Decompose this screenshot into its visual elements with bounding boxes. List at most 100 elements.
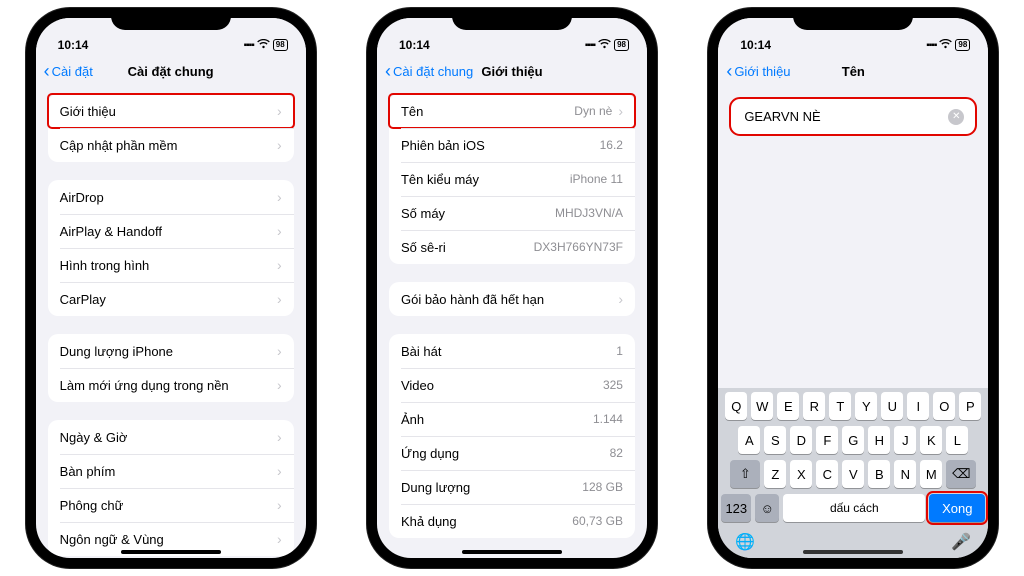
settings-row[interactable]: Khả dụng60,73 GB xyxy=(389,504,635,538)
settings-group: AirDrop›AirPlay & Handoff›Hình trong hìn… xyxy=(48,180,294,316)
content: ✕ xyxy=(718,88,988,388)
row-value: MHDJ3VN/A xyxy=(555,206,623,220)
chevron-right-icon: › xyxy=(277,497,282,513)
settings-row[interactable]: Dung lượng iPhone› xyxy=(48,334,294,368)
home-indicator[interactable] xyxy=(803,550,903,554)
row-label: AirDrop xyxy=(60,190,104,205)
keyboard: QWERTYUIOP ASDFGHJKL ⇧ZXCVBNM⌫ 123 ☺ dấu… xyxy=(718,388,988,558)
shift-key[interactable]: ⇧ xyxy=(730,460,760,488)
mic-icon[interactable]: 🎤 xyxy=(951,532,971,552)
key-s[interactable]: S xyxy=(764,426,786,454)
settings-row[interactable]: Phiên bản iOS16.2 xyxy=(389,128,635,162)
key-d[interactable]: D xyxy=(790,426,812,454)
settings-row[interactable]: TênDyn nè› xyxy=(389,94,635,128)
notch xyxy=(793,8,913,30)
nav-bar: ‹ Cài đặt Cài đặt chung xyxy=(36,54,306,88)
row-label: CarPlay xyxy=(60,292,106,307)
notch xyxy=(111,8,231,30)
settings-row[interactable]: Ảnh 1.144 xyxy=(389,402,635,436)
home-indicator[interactable] xyxy=(462,550,562,554)
settings-row[interactable]: Tên kiểu máyiPhone 11 xyxy=(389,162,635,196)
chevron-right-icon: › xyxy=(277,429,282,445)
settings-row[interactable]: Bàn phím › xyxy=(48,454,294,488)
back-button[interactable]: ‹ Giới thiệu xyxy=(726,62,790,80)
settings-row[interactable]: Làm mới ứng dụng trong nền› xyxy=(48,368,294,402)
row-value: 1.144 xyxy=(593,412,623,426)
key-p[interactable]: P xyxy=(959,392,981,420)
key-z[interactable]: Z xyxy=(764,460,786,488)
name-input-row[interactable]: ✕ xyxy=(730,98,976,135)
keyboard-toolbar: 🌐 🎤 xyxy=(721,528,985,552)
wifi-icon xyxy=(598,38,611,52)
row-label: Hình trong hình xyxy=(60,258,150,273)
key-o[interactable]: O xyxy=(933,392,955,420)
content: Giới thiệu›Cập nhật phần mềm›AirDrop›Air… xyxy=(36,88,306,558)
settings-row[interactable]: AirDrop› xyxy=(48,180,294,214)
settings-row[interactable]: Phông chữ› xyxy=(48,488,294,522)
key-q[interactable]: Q xyxy=(725,392,747,420)
home-indicator[interactable] xyxy=(121,550,221,554)
key-e[interactable]: E xyxy=(777,392,799,420)
key-m[interactable]: M xyxy=(920,460,942,488)
key-n[interactable]: N xyxy=(894,460,916,488)
globe-icon[interactable]: 🌐 xyxy=(735,532,755,552)
key-l[interactable]: L xyxy=(946,426,968,454)
row-label: Ứng dụng xyxy=(401,446,459,461)
key-k[interactable]: K xyxy=(920,426,942,454)
clear-icon[interactable]: ✕ xyxy=(948,109,964,125)
signal-icon: ▪▪▪▪ xyxy=(244,40,254,51)
settings-row[interactable]: Ứng dụng82 xyxy=(389,436,635,470)
key-c[interactable]: C xyxy=(816,460,838,488)
key-r[interactable]: R xyxy=(803,392,825,420)
key-f[interactable]: F xyxy=(816,426,838,454)
chevron-left-icon: ‹ xyxy=(726,62,732,80)
row-label: AirPlay & Handoff xyxy=(60,224,162,239)
row-label: Bàn phím xyxy=(60,464,116,479)
key-u[interactable]: U xyxy=(881,392,903,420)
key-a[interactable]: A xyxy=(738,426,760,454)
row-value: 325 xyxy=(603,378,623,392)
chevron-right-icon: › xyxy=(618,291,623,307)
settings-row[interactable]: Dung lượng128 GB xyxy=(389,470,635,504)
back-button[interactable]: ‹ Cài đặt chung xyxy=(385,62,473,80)
settings-row[interactable]: CarPlay› xyxy=(48,282,294,316)
key-b[interactable]: B xyxy=(868,460,890,488)
settings-row[interactable]: Giới thiệu› xyxy=(48,94,294,128)
key-j[interactable]: J xyxy=(894,426,916,454)
key-x[interactable]: X xyxy=(790,460,812,488)
key-y[interactable]: Y xyxy=(855,392,877,420)
settings-row[interactable]: Số sê-riDX3H766YN73F xyxy=(389,230,635,264)
settings-row[interactable]: Cập nhật phần mềm› xyxy=(48,128,294,162)
back-label: Cài đặt xyxy=(52,64,93,79)
wifi-icon xyxy=(939,38,952,52)
key-v[interactable]: V xyxy=(842,460,864,488)
key-g[interactable]: G xyxy=(842,426,864,454)
emoji-key[interactable]: ☺ xyxy=(755,494,779,522)
key-123[interactable]: 123 xyxy=(721,494,751,522)
key-h[interactable]: H xyxy=(868,426,890,454)
settings-row[interactable]: Hình trong hình› xyxy=(48,248,294,282)
done-key[interactable]: Xong xyxy=(929,494,985,522)
key-t[interactable]: T xyxy=(829,392,851,420)
settings-group: Giới thiệu›Cập nhật phần mềm› xyxy=(48,94,294,162)
name-input[interactable] xyxy=(742,108,948,125)
settings-row[interactable]: Gói bảo hành đã hết hạn › xyxy=(389,282,635,316)
settings-row[interactable]: Bài hát1 xyxy=(389,334,635,368)
settings-row[interactable]: Video 325 xyxy=(389,368,635,402)
row-value: 128 GB xyxy=(582,480,623,494)
settings-row[interactable]: AirPlay & Handoff› xyxy=(48,214,294,248)
row-label: Ngày & Giờ xyxy=(60,430,128,445)
wifi-icon xyxy=(257,38,270,52)
row-label: Ảnh xyxy=(401,412,424,427)
settings-row[interactable]: Ngày & Giờ › xyxy=(48,420,294,454)
key-w[interactable]: W xyxy=(751,392,773,420)
row-label: Gói bảo hành đã hết hạn xyxy=(401,292,544,307)
row-label: Khả dụng xyxy=(401,514,457,529)
back-button[interactable]: ‹ Cài đặt xyxy=(44,62,93,80)
row-label: Video xyxy=(401,378,434,393)
settings-row[interactable]: Số máyMHDJ3VN/A xyxy=(389,196,635,230)
key-i[interactable]: I xyxy=(907,392,929,420)
chevron-right-icon: › xyxy=(277,463,282,479)
backspace-key[interactable]: ⌫ xyxy=(946,460,976,488)
space-key[interactable]: dấu cách xyxy=(783,494,925,522)
